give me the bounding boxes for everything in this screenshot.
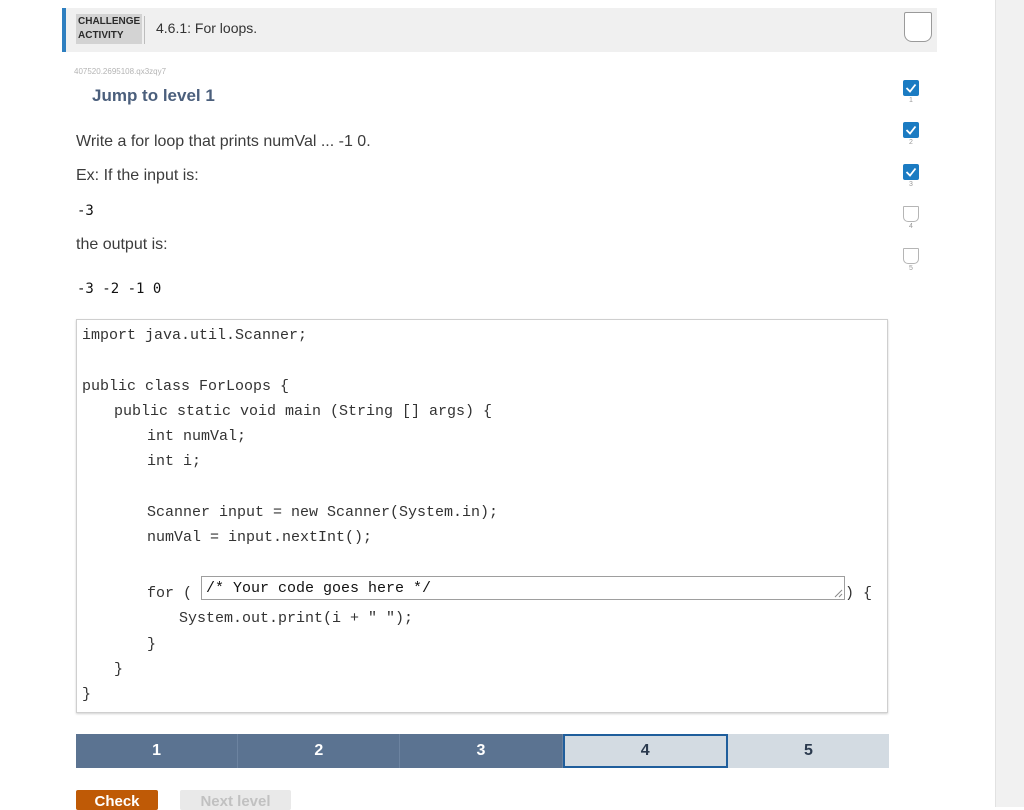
bookmark-icon[interactable] — [904, 12, 932, 42]
code-for-suffix: ) { — [845, 585, 872, 602]
check-button[interactable]: Check — [76, 790, 158, 810]
sidebar-item-1[interactable]: 1 — [903, 80, 920, 104]
level-1-segment[interactable]: 1 — [76, 734, 238, 768]
level-3-segment[interactable]: 3 — [400, 734, 562, 768]
example-input: -3 — [77, 203, 94, 219]
code-for-prefix: for ( — [147, 585, 192, 602]
next-level-button[interactable]: Next level — [180, 790, 291, 810]
sidebar-item-number: 1 — [903, 97, 919, 104]
code-line-class: public class ForLoops { — [82, 378, 289, 395]
example-output: -3 -2 -1 0 — [77, 281, 161, 297]
header-divider — [144, 16, 145, 44]
empty-box-icon — [903, 248, 919, 264]
level-4-segment[interactable]: 4 — [563, 734, 728, 768]
level-2-segment[interactable]: 2 — [238, 734, 400, 768]
output-label: the output is: — [76, 236, 168, 254]
sidebar-item-2[interactable]: 2 — [903, 122, 920, 146]
code-close-class: } — [82, 686, 91, 703]
checkmark-icon — [903, 80, 919, 96]
level-5-segment[interactable]: 5 — [728, 734, 889, 768]
sidebar-item-number: 2 — [903, 139, 919, 146]
level-progress-bar: 1 2 3 4 5 — [76, 734, 889, 768]
sidebar-item-4[interactable]: 4 — [903, 206, 920, 230]
sidebar-item-number: 4 — [903, 223, 919, 230]
challenge-activity-badge: CHALLENGE ACTIVITY — [76, 14, 142, 44]
code-line-numval: int numVal; — [147, 428, 246, 445]
code-line-import: import java.util.Scanner; — [82, 327, 307, 344]
activity-header: CHALLENGE ACTIVITY 4.6.1: For loops. — [62, 8, 937, 52]
checkmark-icon — [903, 164, 919, 180]
sidebar-item-number: 3 — [903, 181, 919, 188]
example-label: Ex: If the input is: — [76, 167, 199, 185]
level-title: Jump to level 1 — [92, 86, 215, 106]
code-line-read: numVal = input.nextInt(); — [147, 529, 372, 546]
code-editor: import java.util.Scanner; public class F… — [76, 319, 888, 713]
resize-grip-icon[interactable] — [833, 588, 843, 598]
code-line-scanner: Scanner input = new Scanner(System.in); — [147, 504, 498, 521]
sidebar-item-3[interactable]: 3 — [903, 164, 920, 188]
code-line-i: int i; — [147, 453, 201, 470]
empty-box-icon — [903, 206, 919, 222]
code-close-loop: } — [147, 636, 156, 653]
badge-line-2: ACTIVITY — [78, 29, 140, 43]
right-gutter — [995, 0, 1024, 807]
code-line-print: System.out.print(i + " "); — [179, 610, 413, 627]
sidebar-item-number: 5 — [903, 265, 919, 272]
checkmark-icon — [903, 122, 919, 138]
activity-title: 4.6.1: For loops. — [156, 20, 257, 36]
sidebar-item-5[interactable]: 5 — [903, 248, 920, 272]
instruction-text: Write a for loop that prints numVal ... … — [76, 133, 371, 151]
code-answer-input[interactable] — [201, 576, 845, 600]
code-line-main: public static void main (String [] args)… — [114, 403, 492, 420]
badge-line-1: CHALLENGE — [78, 15, 140, 29]
activity-id: 407520.2695108.qx3zqy7 — [74, 67, 166, 76]
code-close-method: } — [114, 661, 123, 678]
